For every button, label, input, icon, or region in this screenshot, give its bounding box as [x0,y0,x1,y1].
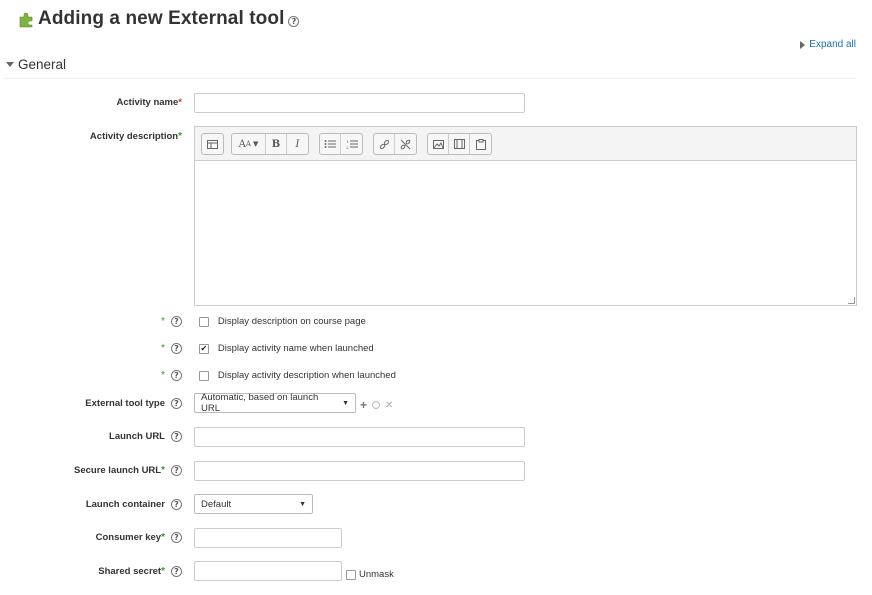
toolbar-group-2: A A ▼ B I [231,133,309,155]
checkbox-row-name: * ? ✔ Display activity name when launche… [161,343,374,354]
activity-name-text: Activity name [116,97,179,108]
help-icon[interactable]: ? [170,343,182,354]
ordered-list-icon[interactable]: 12 [341,134,362,154]
image-icon[interactable] [428,134,449,154]
svg-text:1: 1 [346,139,349,144]
triangle-down-icon [6,62,14,67]
consumer-key-input[interactable] [194,528,342,548]
shared-secret-text: Shared secret [98,566,162,577]
insert-table-icon[interactable] [202,134,223,154]
launch-container-value: Default [201,498,232,510]
help-icon[interactable]: ? [171,532,182,543]
paste-icon[interactable] [470,134,491,154]
secure-launch-url-label: Secure launch URL* ? [74,465,182,476]
help-icon[interactable]: ? [171,398,182,409]
bold-icon[interactable]: B [266,134,287,154]
display-description-checkbox[interactable] [198,316,209,327]
tool-settings-icon[interactable] [372,401,381,409]
display-activity-name-checkbox[interactable]: ✔ [198,343,209,354]
description-editor[interactable]: A A ▼ B I 12 [194,126,857,306]
advanced-marker: * [161,343,165,354]
toolbar-group-5 [427,133,492,155]
display-activity-description-checkbox[interactable] [198,370,209,381]
section-title: General [18,57,67,72]
activity-description-label: Activity description* [90,131,182,142]
unlink-icon[interactable] [395,134,416,154]
tool-type-select[interactable]: Automatic, based on launch URL ▼ [194,392,356,414]
unordered-list-icon[interactable] [320,134,341,154]
unmask-control: Unmask [346,569,394,580]
puzzle-icon [19,12,33,28]
page-title: Adding a new External tool [38,8,285,29]
help-icon[interactable]: ? [170,316,182,327]
help-icon[interactable]: ? [171,465,182,476]
activity-description-text: Activity description [89,131,179,142]
tool-type-value: Automatic, based on launch URL [201,392,319,414]
secure-launch-url-input[interactable] [194,461,525,481]
advanced-marker: * [161,465,165,476]
advanced-marker: * [161,316,165,327]
help-icon[interactable]: ? [288,15,300,27]
help-icon[interactable]: ? [171,566,182,577]
toolbar-group-3: 12 [319,133,363,155]
secure-launch-url-text: Secure launch URL [73,465,162,476]
launch-container-select[interactable]: Default ▼ [194,494,313,514]
toolbar-group-4 [373,133,417,155]
tool-type-actions: + ✕ [360,398,393,412]
triangle-right-icon [800,40,806,49]
tool-type-text: External tool type [85,398,165,409]
link-icon[interactable] [374,134,395,154]
italic-icon[interactable]: I [287,134,308,154]
dropdown-arrow-icon: ▼ [342,399,349,407]
tool-type-label: External tool type ? [85,398,182,409]
unmask-checkbox[interactable] [346,569,356,580]
section-divider [4,78,856,79]
section-general-toggle[interactable]: General [6,57,66,72]
delete-tool-icon[interactable]: ✕ [385,400,393,411]
help-icon[interactable]: ? [171,431,182,442]
svg-text:2: 2 [346,145,349,149]
font-style-icon[interactable]: A A ▼ [232,134,266,154]
toolbar-group-1 [201,133,224,155]
consumer-key-label: Consumer key* ? [96,532,182,543]
help-icon[interactable]: ? [170,370,182,381]
expand-all-link[interactable]: Expand all [800,39,856,50]
shared-secret-label: Shared secret* ? [98,566,182,577]
display-activity-name-label: Display activity name when launched [217,343,374,354]
editor-toolbar: A A ▼ B I 12 [195,127,856,161]
unmask-label: Unmask [359,569,394,580]
shared-secret-input[interactable] [194,561,342,581]
activity-name-input[interactable] [194,93,525,113]
expand-all-label: Expand all [809,39,856,50]
resize-handle[interactable] [848,297,855,304]
add-tool-icon[interactable]: + [360,398,367,412]
launch-container-text: Launch container [85,499,165,510]
consumer-key-text: Consumer key [95,532,162,543]
advanced-marker: * [161,532,165,543]
display-description-label: Display description on course page [217,316,366,327]
display-activity-description-label: Display activity description when launch… [217,370,396,381]
advanced-marker: * [161,566,165,577]
media-icon[interactable] [449,134,470,154]
advanced-marker: * [178,131,182,142]
advanced-marker: * [161,370,165,381]
launch-url-text: Launch URL [109,431,165,442]
launch-container-label: Launch container ? [86,499,182,510]
page-header: Adding a new External tool ? [18,6,300,32]
help-icon[interactable]: ? [171,499,182,510]
required-marker: * [178,97,182,108]
checkbox-row-description: * ? Display description on course page [161,316,366,327]
launch-url-label: Launch URL ? [109,431,182,442]
launch-url-input[interactable] [194,427,525,447]
checkbox-row-activity-description: * ? Display activity description when la… [161,370,396,381]
activity-name-label: Activity name* [117,97,182,108]
dropdown-arrow-icon: ▼ [299,500,306,508]
